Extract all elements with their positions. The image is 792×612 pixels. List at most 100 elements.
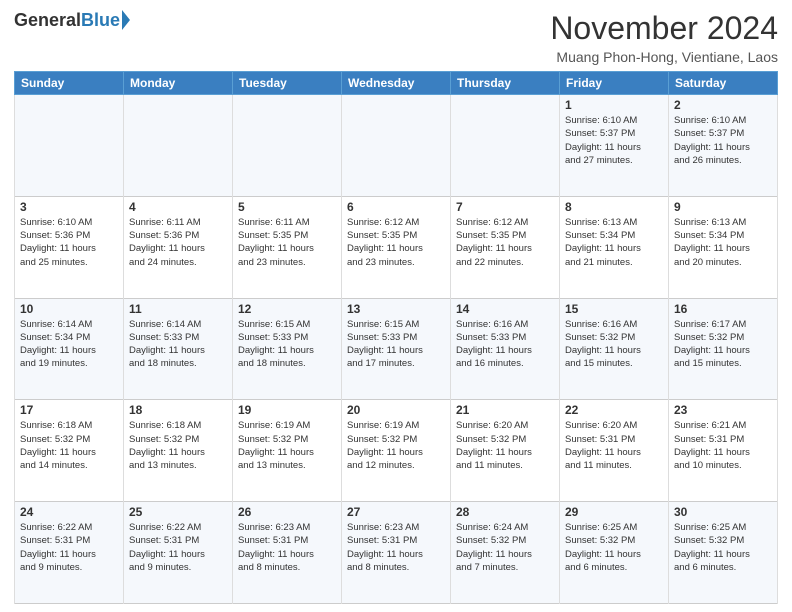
calendar-body: 1 Sunrise: 6:10 AM Sunset: 5:37 PM Daylig…	[15, 95, 778, 604]
day-info: Sunrise: 6:19 AM Sunset: 5:32 PM Dayligh…	[238, 419, 336, 472]
calendar-cell: 20Sunrise: 6:19 AM Sunset: 5:32 PM Dayli…	[342, 400, 451, 502]
day-number: 15	[565, 302, 663, 316]
calendar-cell: 10Sunrise: 6:14 AM Sunset: 5:34 PM Dayli…	[15, 298, 124, 400]
weekday-saturday: Saturday	[669, 72, 778, 95]
day-info: Sunrise: 6:22 AM Sunset: 5:31 PM Dayligh…	[20, 521, 118, 574]
calendar-cell	[15, 95, 124, 197]
day-number: 9	[674, 200, 772, 214]
logo-blue-text: Blue	[81, 10, 120, 31]
calendar-cell	[233, 95, 342, 197]
day-number: 17	[20, 403, 118, 417]
day-number: 24	[20, 505, 118, 519]
calendar-cell: 11Sunrise: 6:14 AM Sunset: 5:33 PM Dayli…	[124, 298, 233, 400]
day-number: 13	[347, 302, 445, 316]
day-number: 21	[456, 403, 554, 417]
day-info: Sunrise: 6:21 AM Sunset: 5:31 PM Dayligh…	[674, 419, 772, 472]
calendar-cell: 29 Sunrise: 6:25 AM Sunset: 5:32 PM Dayli…	[560, 502, 669, 604]
calendar-cell	[451, 95, 560, 197]
day-info: Sunrise: 6:11 AM Sunset: 5:35 PM Dayligh…	[238, 216, 336, 269]
day-number: 27	[347, 505, 445, 519]
weekday-tuesday: Tuesday	[233, 72, 342, 95]
day-number: 11	[129, 302, 227, 316]
weekday-thursday: Thursday	[451, 72, 560, 95]
header: General Blue November 2024 Muang Phon-Ho…	[14, 10, 778, 65]
day-info: Sunrise: 6:19 AM Sunset: 5:32 PM Dayligh…	[347, 419, 445, 472]
calendar-cell: 7Sunrise: 6:12 AM Sunset: 5:35 PM Daylig…	[451, 196, 560, 298]
logo-triangle-icon	[122, 10, 130, 30]
calendar-cell: 3 Sunrise: 6:10 AM Sunset: 5:36 PM Daylig…	[15, 196, 124, 298]
day-number: 23	[674, 403, 772, 417]
calendar-cell: 28Sunrise: 6:24 AM Sunset: 5:32 PM Dayli…	[451, 502, 560, 604]
calendar-cell: 5 Sunrise: 6:11 AM Sunset: 5:35 PM Daylig…	[233, 196, 342, 298]
day-info: Sunrise: 6:13 AM Sunset: 5:34 PM Dayligh…	[565, 216, 663, 269]
calendar-cell	[342, 95, 451, 197]
day-info: Sunrise: 6:18 AM Sunset: 5:32 PM Dayligh…	[129, 419, 227, 472]
day-number: 25	[129, 505, 227, 519]
day-info: Sunrise: 6:15 AM Sunset: 5:33 PM Dayligh…	[238, 318, 336, 371]
weekday-header-row: Sunday Monday Tuesday Wednesday Thursday…	[15, 72, 778, 95]
day-number: 1	[565, 98, 663, 112]
day-info: Sunrise: 6:25 AM Sunset: 5:32 PM Dayligh…	[565, 521, 663, 574]
weekday-wednesday: Wednesday	[342, 72, 451, 95]
day-info: Sunrise: 6:12 AM Sunset: 5:35 PM Dayligh…	[347, 216, 445, 269]
calendar-week-row: 17 Sunrise: 6:18 AM Sunset: 5:32 PM Dayli…	[15, 400, 778, 502]
day-info: Sunrise: 6:12 AM Sunset: 5:35 PM Dayligh…	[456, 216, 554, 269]
day-number: 26	[238, 505, 336, 519]
calendar-cell: 27 Sunrise: 6:23 AM Sunset: 5:31 PM Dayli…	[342, 502, 451, 604]
calendar-cell: 24 Sunrise: 6:22 AM Sunset: 5:31 PM Dayli…	[15, 502, 124, 604]
calendar-cell: 19Sunrise: 6:19 AM Sunset: 5:32 PM Dayli…	[233, 400, 342, 502]
calendar-cell: 25 Sunrise: 6:22 AM Sunset: 5:31 PM Dayli…	[124, 502, 233, 604]
day-info: Sunrise: 6:17 AM Sunset: 5:32 PM Dayligh…	[674, 318, 772, 371]
calendar-cell: 26 Sunrise: 6:23 AM Sunset: 5:31 PM Dayli…	[233, 502, 342, 604]
day-number: 30	[674, 505, 772, 519]
calendar-cell: 15 Sunrise: 6:16 AM Sunset: 5:32 PM Dayli…	[560, 298, 669, 400]
day-info: Sunrise: 6:11 AM Sunset: 5:36 PM Dayligh…	[129, 216, 227, 269]
day-info: Sunrise: 6:22 AM Sunset: 5:31 PM Dayligh…	[129, 521, 227, 574]
calendar-week-row: 24 Sunrise: 6:22 AM Sunset: 5:31 PM Dayli…	[15, 502, 778, 604]
day-info: Sunrise: 6:10 AM Sunset: 5:36 PM Dayligh…	[20, 216, 118, 269]
calendar-cell: 21 Sunrise: 6:20 AM Sunset: 5:32 PM Dayli…	[451, 400, 560, 502]
calendar-cell: 1Sunrise: 6:10 AM Sunset: 5:37 PM Daylig…	[560, 95, 669, 197]
day-info: Sunrise: 6:10 AM Sunset: 5:37 PM Dayligh…	[674, 114, 772, 167]
day-info: Sunrise: 6:20 AM Sunset: 5:32 PM Dayligh…	[456, 419, 554, 472]
logo: General Blue	[14, 10, 130, 31]
weekday-monday: Monday	[124, 72, 233, 95]
calendar-cell: 8 Sunrise: 6:13 AM Sunset: 5:34 PM Daylig…	[560, 196, 669, 298]
day-number: 5	[238, 200, 336, 214]
day-info: Sunrise: 6:16 AM Sunset: 5:32 PM Dayligh…	[565, 318, 663, 371]
day-info: Sunrise: 6:18 AM Sunset: 5:32 PM Dayligh…	[20, 419, 118, 472]
day-number: 14	[456, 302, 554, 316]
day-info: Sunrise: 6:15 AM Sunset: 5:33 PM Dayligh…	[347, 318, 445, 371]
weekday-friday: Friday	[560, 72, 669, 95]
calendar-cell: 17 Sunrise: 6:18 AM Sunset: 5:32 PM Dayli…	[15, 400, 124, 502]
weekday-sunday: Sunday	[15, 72, 124, 95]
calendar-cell: 14 Sunrise: 6:16 AM Sunset: 5:33 PM Dayli…	[451, 298, 560, 400]
day-number: 28	[456, 505, 554, 519]
calendar-cell: 22 Sunrise: 6:20 AM Sunset: 5:31 PM Dayli…	[560, 400, 669, 502]
calendar-cell: 16 Sunrise: 6:17 AM Sunset: 5:32 PM Dayli…	[669, 298, 778, 400]
day-number: 29	[565, 505, 663, 519]
calendar-cell	[124, 95, 233, 197]
day-info: Sunrise: 6:23 AM Sunset: 5:31 PM Dayligh…	[238, 521, 336, 574]
day-info: Sunrise: 6:16 AM Sunset: 5:33 PM Dayligh…	[456, 318, 554, 371]
day-number: 6	[347, 200, 445, 214]
day-number: 8	[565, 200, 663, 214]
calendar-cell: 9 Sunrise: 6:13 AM Sunset: 5:34 PM Daylig…	[669, 196, 778, 298]
day-number: 16	[674, 302, 772, 316]
location-text: Muang Phon-Hong, Vientiane, Laos	[550, 49, 778, 65]
day-number: 4	[129, 200, 227, 214]
day-info: Sunrise: 6:13 AM Sunset: 5:34 PM Dayligh…	[674, 216, 772, 269]
calendar-week-row: 3 Sunrise: 6:10 AM Sunset: 5:36 PM Daylig…	[15, 196, 778, 298]
day-number: 2	[674, 98, 772, 112]
calendar-cell: 23 Sunrise: 6:21 AM Sunset: 5:31 PM Dayli…	[669, 400, 778, 502]
calendar-cell: 2 Sunrise: 6:10 AM Sunset: 5:37 PM Daylig…	[669, 95, 778, 197]
day-number: 22	[565, 403, 663, 417]
calendar-cell: 12Sunrise: 6:15 AM Sunset: 5:33 PM Dayli…	[233, 298, 342, 400]
calendar-cell: 18Sunrise: 6:18 AM Sunset: 5:32 PM Dayli…	[124, 400, 233, 502]
day-number: 3	[20, 200, 118, 214]
day-number: 10	[20, 302, 118, 316]
calendar-week-row: 1 Sunrise: 6:10 AM Sunset: 5:37 PM Daylig…	[15, 95, 778, 197]
day-info: Sunrise: 6:20 AM Sunset: 5:31 PM Dayligh…	[565, 419, 663, 472]
calendar-header: Sunday Monday Tuesday Wednesday Thursday…	[15, 72, 778, 95]
day-info: Sunrise: 6:23 AM Sunset: 5:31 PM Dayligh…	[347, 521, 445, 574]
